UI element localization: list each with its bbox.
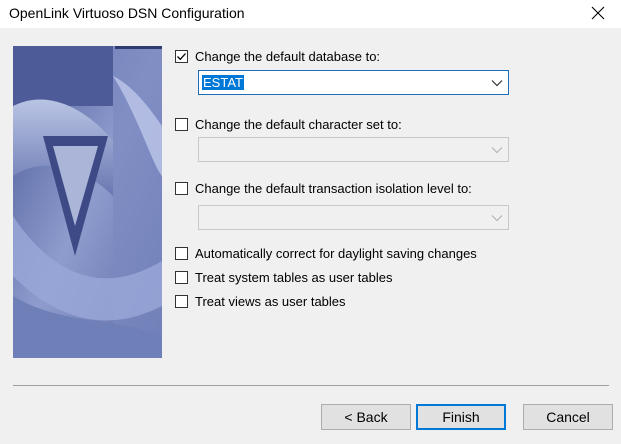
daylight-checkbox[interactable] [175, 246, 188, 260]
views-option[interactable]: Treat views as user tables [175, 292, 346, 310]
default-database-value: ESTAT [202, 75, 244, 90]
back-button[interactable]: < Back [321, 404, 411, 430]
wizard-banner-image [13, 46, 162, 358]
chevron-down-icon [486, 71, 508, 94]
default-isolation-checkbox[interactable] [175, 181, 188, 195]
system-tables-label: Treat system tables as user tables [195, 269, 393, 285]
default-isolation-option[interactable]: Change the default transaction isolation… [175, 179, 472, 197]
default-database-select[interactable]: ESTAT [198, 70, 509, 95]
default-charset-option[interactable]: Change the default character set to: [175, 115, 402, 133]
default-isolation-select[interactable] [198, 205, 509, 230]
default-charset-select[interactable] [198, 137, 509, 162]
title-bar: OpenLink Virtuoso DSN Configuration [0, 0, 621, 28]
default-database-option[interactable]: Change the default database to: [175, 47, 380, 65]
default-database-label: Change the default database to: [195, 48, 381, 64]
default-charset-label: Change the default character set to: [195, 116, 402, 132]
close-button[interactable] [575, 0, 621, 28]
views-label: Treat views as user tables [195, 293, 346, 309]
default-database-checkbox[interactable] [175, 49, 188, 63]
daylight-label: Automatically correct for daylight savin… [195, 245, 477, 261]
window-title: OpenLink Virtuoso DSN Configuration [9, 5, 245, 21]
default-charset-checkbox[interactable] [175, 117, 188, 131]
views-checkbox[interactable] [175, 294, 188, 308]
system-tables-checkbox[interactable] [175, 270, 188, 284]
checkmark-icon [177, 52, 186, 60]
finish-button[interactable]: Finish [416, 404, 506, 430]
chevron-down-icon [486, 138, 508, 161]
system-tables-option[interactable]: Treat system tables as user tables [175, 268, 393, 286]
chevron-down-icon [486, 206, 508, 229]
default-isolation-label: Change the default transaction isolation… [195, 180, 472, 196]
daylight-option[interactable]: Automatically correct for daylight savin… [175, 244, 477, 262]
close-icon [591, 6, 605, 23]
separator [13, 385, 609, 386]
cancel-button[interactable]: Cancel [523, 404, 613, 430]
